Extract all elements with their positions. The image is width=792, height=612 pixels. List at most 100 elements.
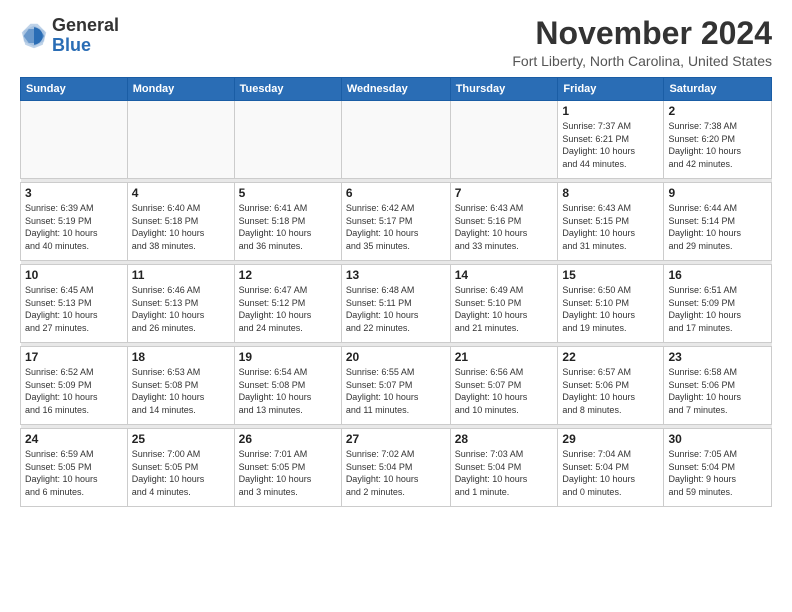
day-number: 20 (346, 350, 446, 364)
title-block: November 2024 Fort Liberty, North Caroli… (512, 16, 772, 69)
page: General Blue November 2024 Fort Liberty,… (0, 0, 792, 517)
header-friday: Friday (558, 78, 664, 101)
day-info: Sunrise: 6:51 AM Sunset: 5:09 PM Dayligh… (668, 284, 767, 334)
month-title: November 2024 (512, 16, 772, 51)
day-info: Sunrise: 6:58 AM Sunset: 5:06 PM Dayligh… (668, 366, 767, 416)
week-row-2: 3 Sunrise: 6:39 AM Sunset: 5:19 PM Daylig… (21, 183, 772, 261)
day-info: Sunrise: 7:00 AM Sunset: 5:05 PM Dayligh… (132, 448, 230, 498)
calendar-cell-w3-d5: 14 Sunrise: 6:49 AM Sunset: 5:10 PM Dayli… (450, 265, 558, 343)
day-info: Sunrise: 6:42 AM Sunset: 5:17 PM Dayligh… (346, 202, 446, 252)
day-info: Sunrise: 6:50 AM Sunset: 5:10 PM Dayligh… (562, 284, 659, 334)
day-number: 3 (25, 186, 123, 200)
header-thursday: Thursday (450, 78, 558, 101)
calendar-cell-w3-d2: 11Sunrise: 6:46 AM Sunset: 5:13 PM Dayli… (127, 265, 234, 343)
week-row-3: 10Sunrise: 6:45 AM Sunset: 5:13 PM Dayli… (21, 265, 772, 343)
day-info: Sunrise: 6:59 AM Sunset: 5:05 PM Dayligh… (25, 448, 123, 498)
day-number: 14 (455, 268, 554, 282)
day-info: Sunrise: 6:55 AM Sunset: 5:07 PM Dayligh… (346, 366, 446, 416)
calendar-cell-w4-d7: 23 Sunrise: 6:58 AM Sunset: 5:06 PM Dayli… (664, 347, 772, 425)
day-number: 18 (132, 350, 230, 364)
day-number: 7 (455, 186, 554, 200)
calendar-cell-w3-d4: 13 Sunrise: 6:48 AM Sunset: 5:11 PM Dayli… (341, 265, 450, 343)
calendar-cell-w1-d6: 1Sunrise: 7:37 AM Sunset: 6:21 PM Daylig… (558, 101, 664, 179)
header: General Blue November 2024 Fort Liberty,… (20, 16, 772, 69)
calendar-cell-w3-d3: 12Sunrise: 6:47 AM Sunset: 5:12 PM Dayli… (234, 265, 341, 343)
day-number: 30 (668, 432, 767, 446)
day-info: Sunrise: 6:41 AM Sunset: 5:18 PM Dayligh… (239, 202, 337, 252)
header-monday: Monday (127, 78, 234, 101)
day-info: Sunrise: 6:43 AM Sunset: 5:15 PM Dayligh… (562, 202, 659, 252)
weekday-header-row: Sunday Monday Tuesday Wednesday Thursday… (21, 78, 772, 101)
day-info: Sunrise: 6:44 AM Sunset: 5:14 PM Dayligh… (668, 202, 767, 252)
calendar-cell-w2-d6: 8 Sunrise: 6:43 AM Sunset: 5:15 PM Daylig… (558, 183, 664, 261)
logo-general: General (52, 15, 119, 35)
day-info: Sunrise: 6:39 AM Sunset: 5:19 PM Dayligh… (25, 202, 123, 252)
location: Fort Liberty, North Carolina, United Sta… (512, 53, 772, 69)
day-info: Sunrise: 7:02 AM Sunset: 5:04 PM Dayligh… (346, 448, 446, 498)
day-info: Sunrise: 6:49 AM Sunset: 5:10 PM Dayligh… (455, 284, 554, 334)
calendar-cell-w5-d4: 27 Sunrise: 7:02 AM Sunset: 5:04 PM Dayli… (341, 429, 450, 507)
logo: General Blue (20, 16, 119, 56)
day-info: Sunrise: 6:45 AM Sunset: 5:13 PM Dayligh… (25, 284, 123, 334)
day-info: Sunrise: 6:46 AM Sunset: 5:13 PM Dayligh… (132, 284, 230, 334)
day-info: Sunrise: 6:53 AM Sunset: 5:08 PM Dayligh… (132, 366, 230, 416)
day-number: 25 (132, 432, 230, 446)
week-row-1: 1Sunrise: 7:37 AM Sunset: 6:21 PM Daylig… (21, 101, 772, 179)
day-info: Sunrise: 7:05 AM Sunset: 5:04 PM Dayligh… (668, 448, 767, 498)
day-number: 4 (132, 186, 230, 200)
day-info: Sunrise: 6:47 AM Sunset: 5:12 PM Dayligh… (239, 284, 337, 334)
day-info: Sunrise: 7:03 AM Sunset: 5:04 PM Dayligh… (455, 448, 554, 498)
day-number: 8 (562, 186, 659, 200)
calendar-cell-w3-d1: 10Sunrise: 6:45 AM Sunset: 5:13 PM Dayli… (21, 265, 128, 343)
calendar-cell-w1-d4 (341, 101, 450, 179)
calendar-cell-w2-d5: 7 Sunrise: 6:43 AM Sunset: 5:16 PM Daylig… (450, 183, 558, 261)
header-tuesday: Tuesday (234, 78, 341, 101)
calendar-cell-w4-d3: 19Sunrise: 6:54 AM Sunset: 5:08 PM Dayli… (234, 347, 341, 425)
calendar-cell-w2-d2: 4 Sunrise: 6:40 AM Sunset: 5:18 PM Daylig… (127, 183, 234, 261)
calendar-cell-w5-d6: 29 Sunrise: 7:04 AM Sunset: 5:04 PM Dayli… (558, 429, 664, 507)
day-number: 6 (346, 186, 446, 200)
calendar-cell-w5-d2: 25 Sunrise: 7:00 AM Sunset: 5:05 PM Dayli… (127, 429, 234, 507)
calendar-cell-w4-d2: 18 Sunrise: 6:53 AM Sunset: 5:08 PM Dayli… (127, 347, 234, 425)
calendar-cell-w4-d5: 21Sunrise: 6:56 AM Sunset: 5:07 PM Dayli… (450, 347, 558, 425)
day-number: 26 (239, 432, 337, 446)
calendar-cell-w4-d1: 17Sunrise: 6:52 AM Sunset: 5:09 PM Dayli… (21, 347, 128, 425)
calendar-cell-w1-d5 (450, 101, 558, 179)
day-info: Sunrise: 6:56 AM Sunset: 5:07 PM Dayligh… (455, 366, 554, 416)
day-info: Sunrise: 6:40 AM Sunset: 5:18 PM Dayligh… (132, 202, 230, 252)
calendar-cell-w1-d7: 2 Sunrise: 7:38 AM Sunset: 6:20 PM Daylig… (664, 101, 772, 179)
calendar-cell-w2-d1: 3 Sunrise: 6:39 AM Sunset: 5:19 PM Daylig… (21, 183, 128, 261)
calendar-cell-w3-d7: 16 Sunrise: 6:51 AM Sunset: 5:09 PM Dayli… (664, 265, 772, 343)
week-row-4: 17Sunrise: 6:52 AM Sunset: 5:09 PM Dayli… (21, 347, 772, 425)
calendar-cell-w2-d4: 6 Sunrise: 6:42 AM Sunset: 5:17 PM Daylig… (341, 183, 450, 261)
calendar-cell-w4-d4: 20 Sunrise: 6:55 AM Sunset: 5:07 PM Dayli… (341, 347, 450, 425)
header-saturday: Saturday (664, 78, 772, 101)
logo-text: General Blue (52, 16, 119, 56)
day-number: 28 (455, 432, 554, 446)
day-info: Sunrise: 7:04 AM Sunset: 5:04 PM Dayligh… (562, 448, 659, 498)
day-number: 29 (562, 432, 659, 446)
calendar-cell-w2-d7: 9 Sunrise: 6:44 AM Sunset: 5:14 PM Daylig… (664, 183, 772, 261)
day-number: 9 (668, 186, 767, 200)
calendar-cell-w1-d3 (234, 101, 341, 179)
calendar-cell-w1-d1 (21, 101, 128, 179)
day-info: Sunrise: 6:52 AM Sunset: 5:09 PM Dayligh… (25, 366, 123, 416)
day-info: Sunrise: 7:38 AM Sunset: 6:20 PM Dayligh… (668, 120, 767, 170)
day-number: 13 (346, 268, 446, 282)
calendar-cell-w5-d7: 30 Sunrise: 7:05 AM Sunset: 5:04 PM Dayli… (664, 429, 772, 507)
day-number: 23 (668, 350, 767, 364)
day-info: Sunrise: 6:48 AM Sunset: 5:11 PM Dayligh… (346, 284, 446, 334)
day-number: 1 (562, 104, 659, 118)
day-number: 15 (562, 268, 659, 282)
day-number: 24 (25, 432, 123, 446)
day-number: 2 (668, 104, 767, 118)
day-number: 19 (239, 350, 337, 364)
header-wednesday: Wednesday (341, 78, 450, 101)
calendar-cell-w5-d3: 26 Sunrise: 7:01 AM Sunset: 5:05 PM Dayli… (234, 429, 341, 507)
day-info: Sunrise: 6:43 AM Sunset: 5:16 PM Dayligh… (455, 202, 554, 252)
calendar: Sunday Monday Tuesday Wednesday Thursday… (20, 77, 772, 507)
calendar-cell-w3-d6: 15 Sunrise: 6:50 AM Sunset: 5:10 PM Dayli… (558, 265, 664, 343)
day-number: 27 (346, 432, 446, 446)
day-info: Sunrise: 7:01 AM Sunset: 5:05 PM Dayligh… (239, 448, 337, 498)
day-number: 16 (668, 268, 767, 282)
